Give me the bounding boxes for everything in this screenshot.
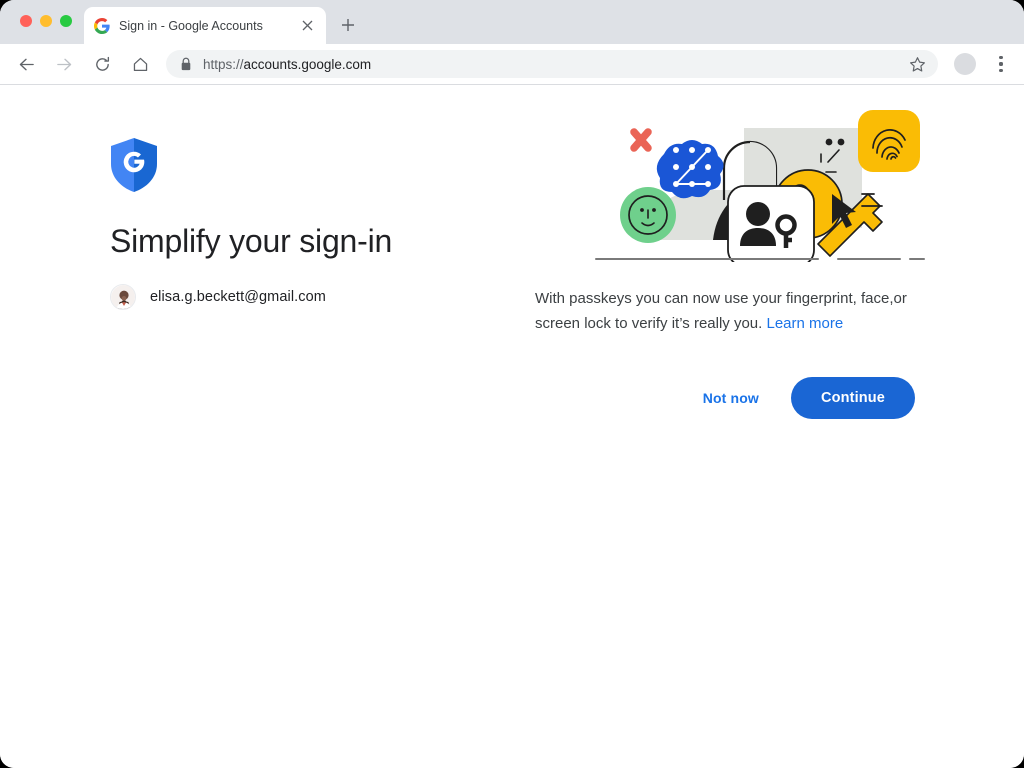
tab-title: Sign in - Google Accounts	[119, 19, 298, 33]
three-dot-menu-icon[interactable]	[990, 56, 1012, 72]
account-email: elisa.g.beckett@gmail.com	[150, 289, 326, 305]
minimize-window-button[interactable]	[40, 15, 52, 27]
promo-text: With passkeys you can now use your finge…	[535, 287, 933, 336]
promo-text-line1: With passkeys you can now use your finge…	[535, 290, 894, 307]
maximize-window-button[interactable]	[60, 15, 72, 27]
window-traffic-lights	[20, 15, 72, 27]
page-title: Simplify your sign-in	[110, 221, 510, 261]
url-text: https://accounts.google.com	[203, 57, 900, 72]
home-icon[interactable]	[126, 50, 154, 78]
plus-icon[interactable]	[336, 13, 360, 37]
star-icon[interactable]	[906, 53, 928, 75]
lock-icon	[180, 57, 192, 71]
passkeys-illustration	[590, 102, 930, 262]
google-shield-icon	[110, 138, 158, 192]
learn-more-link[interactable]: Learn more	[766, 315, 843, 332]
tab-strip: Sign in - Google Accounts	[0, 0, 1024, 44]
blue-pattern-lock	[657, 140, 724, 198]
close-window-button[interactable]	[20, 15, 32, 27]
red-x-mark	[634, 132, 648, 148]
back-arrow-icon[interactable]	[12, 50, 40, 78]
forward-arrow-icon[interactable]	[50, 50, 78, 78]
profile-avatar-icon[interactable]	[954, 53, 976, 75]
avatar	[110, 284, 136, 310]
not-now-button[interactable]: Not now	[693, 381, 769, 415]
browser-tab[interactable]: Sign in - Google Accounts	[84, 7, 326, 44]
sign-in-left-column: Simplify your sign-in elisa.g.beckett@gm…	[110, 138, 510, 310]
account-row[interactable]: elisa.g.beckett@gmail.com	[110, 284, 510, 310]
page-content: Simplify your sign-in elisa.g.beckett@gm…	[0, 85, 1024, 768]
orange-fingerprint	[858, 110, 920, 172]
browser-toolbar: https://accounts.google.com	[0, 44, 1024, 85]
padlock-card	[728, 186, 814, 262]
close-icon[interactable]	[298, 17, 316, 35]
green-smiley-face	[620, 187, 676, 243]
url-scheme: https://	[203, 57, 244, 72]
google-g-icon	[94, 18, 110, 34]
passkey-promo-panel: With passkeys you can now use your finge…	[535, 102, 935, 419]
continue-button[interactable]: Continue	[791, 377, 915, 419]
url-host: accounts.google.com	[244, 57, 372, 72]
reload-icon[interactable]	[88, 50, 116, 78]
action-buttons: Not now Continue	[535, 377, 915, 419]
address-bar[interactable]: https://accounts.google.com	[166, 50, 938, 78]
browser-window: Sign in - Google Accounts	[0, 0, 1024, 768]
